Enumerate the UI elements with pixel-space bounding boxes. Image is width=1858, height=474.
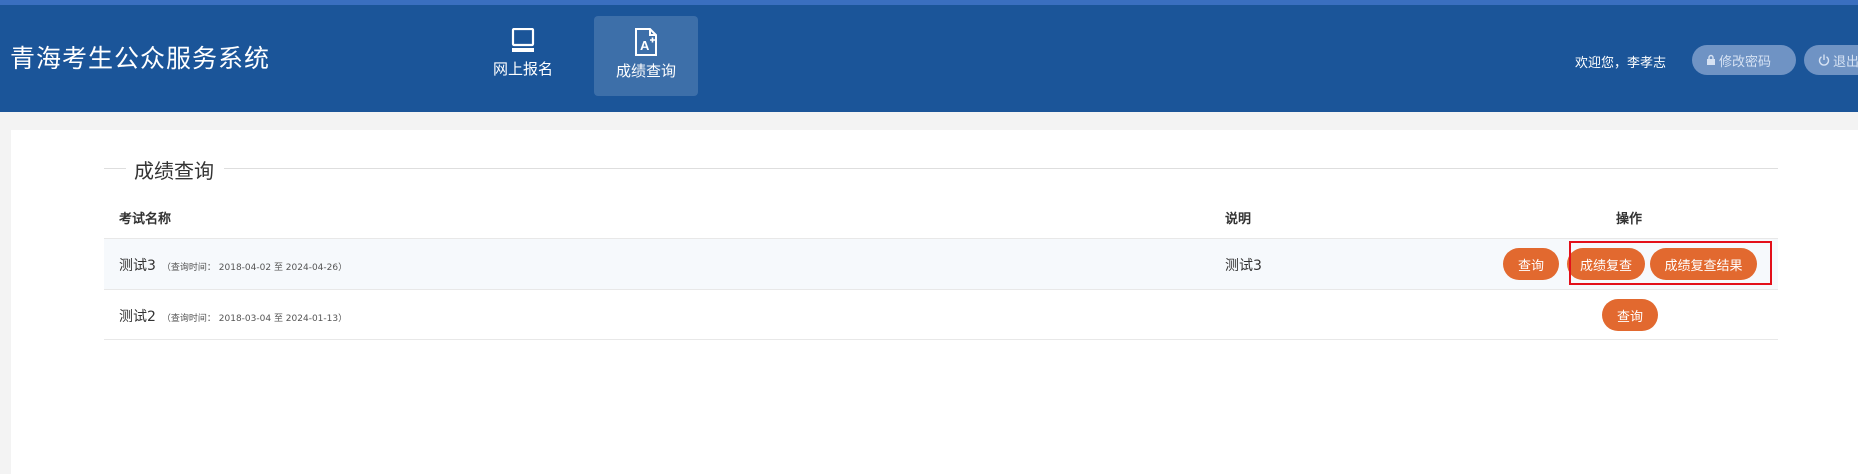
document-grade-icon: A [635, 28, 657, 56]
svg-text:A: A [640, 38, 650, 53]
nav-score-query[interactable]: A 成绩查询 [594, 16, 698, 96]
highlight-box [1569, 241, 1772, 285]
lock-icon [1707, 54, 1715, 65]
column-header-exam-name: 考试名称 [119, 212, 172, 227]
query-button[interactable]: 查询 [1602, 299, 1658, 331]
exam-name: 测试2 [119, 309, 156, 325]
exam-description: 测试3 [1225, 258, 1262, 274]
query-time: （查询时间： 2018-04-02 至 2024-04-26） [161, 263, 348, 273]
section-divider-left [104, 168, 126, 169]
exam-name: 测试3 [119, 258, 156, 274]
monitor-icon [511, 28, 535, 52]
table-row: 测试2 （查询时间： 2018-03-04 至 2024-01-13） [104, 289, 1778, 340]
column-header-description: 说明 [1225, 212, 1252, 227]
column-header-actions: 操作 [1616, 212, 1643, 227]
logout-label: 退出 [1833, 54, 1858, 70]
app-title: 青海考生公众服务系统 [10, 44, 271, 73]
query-button[interactable]: 查询 [1503, 248, 1559, 280]
nav-online-registration-label: 网上报名 [492, 60, 553, 78]
change-password-button[interactable]: 修改密码 [1692, 45, 1796, 75]
exam-name-cell: 测试2 （查询时间： 2018-03-04 至 2024-01-13） [119, 306, 347, 326]
query-time: （查询时间： 2018-03-04 至 2024-01-13） [161, 314, 348, 324]
section-divider-right [224, 168, 1778, 169]
nav-score-query-label: 成绩查询 [615, 62, 676, 80]
logout-button[interactable]: 退出 [1804, 45, 1858, 75]
change-password-label: 修改密码 [1719, 54, 1772, 70]
section-title: 成绩查询 [134, 159, 214, 183]
welcome-text: 欢迎您，李孝志 [1575, 56, 1667, 71]
exam-name-cell: 测试3 （查询时间： 2018-04-02 至 2024-04-26） [119, 255, 347, 275]
power-icon [1818, 54, 1830, 66]
nav-online-registration[interactable]: 网上报名 [471, 16, 575, 96]
top-header: 青海考生公众服务系统 网上报名 A 成绩查询 欢迎您，李孝志 修改密码 退出 [0, 0, 1858, 112]
